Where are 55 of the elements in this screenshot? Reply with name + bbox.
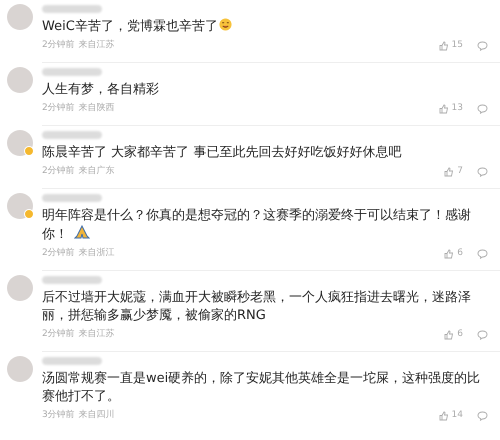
avatar[interactable]	[7, 4, 33, 30]
like-button[interactable]: 13	[438, 102, 463, 116]
comment-location: 来自四川	[78, 409, 115, 422]
comment-time: 2分钟前	[42, 102, 75, 116]
comment-location: 来自江苏	[78, 328, 115, 342]
blurred-username	[42, 5, 102, 13]
reply-button[interactable]	[477, 104, 488, 114]
comment-bubble-icon	[477, 104, 488, 114]
comment-time: 2分钟前	[42, 247, 75, 260]
comment-bubble-icon	[477, 411, 488, 421]
blurred-username	[42, 357, 102, 365]
thumbs-up-icon	[444, 249, 454, 259]
comment-time: 3分钟前	[42, 409, 75, 422]
comment-text: 陈晨辛苦了 大家都辛苦了 事已至此先回去好好吃饭好好休息吧	[42, 144, 402, 162]
avatar[interactable]	[7, 193, 33, 219]
thumbs-up-icon	[444, 167, 454, 177]
like-button[interactable]: 7	[444, 165, 463, 179]
comment-text: 汤圆常规赛一直是wei硬养的，除了安妮其他英雄全是一坨屎，这种强度的比赛他打不了。	[42, 370, 482, 406]
comment-location: 来自浙江	[78, 247, 115, 260]
like-button[interactable]: 6	[444, 247, 463, 261]
blurred-username	[42, 194, 102, 202]
thumbs-up-icon	[444, 330, 454, 340]
reply-button[interactable]	[477, 167, 488, 177]
comment-time: 2分钟前	[42, 39, 75, 52]
blurred-username	[42, 276, 102, 284]
comment-text: 明年阵容是什么？你真的是想夺冠的？这赛季的溺爱终于可以结束了！感谢你！	[42, 207, 472, 244]
reply-button[interactable]	[477, 411, 488, 421]
comment-bubble-icon	[477, 167, 488, 177]
reply-button[interactable]	[477, 249, 488, 259]
comment-time: 2分钟前	[42, 165, 75, 178]
comment-time: 2分钟前	[42, 328, 75, 342]
comment-text: WeiC辛苦了，党博霖也辛苦了	[42, 18, 490, 36]
like-button[interactable]: 15	[438, 39, 463, 53]
reply-button[interactable]	[477, 41, 488, 51]
avatar[interactable]	[7, 275, 33, 301]
avatar[interactable]	[7, 130, 33, 156]
like-button[interactable]: 14	[438, 409, 463, 423]
comment-bubble-icon	[477, 41, 488, 51]
comment-bubble-icon	[477, 330, 488, 340]
comment-text: 后不过墙开大妮蔻，满血开大被瞬秒老黑，一个人疯狂指进去曙光，迷路泽丽，拼惩输多赢少梦魇，被偷家的RNG	[42, 289, 472, 325]
comment-text: 人生有梦，各自精彩	[42, 81, 160, 99]
like-button[interactable]: 6	[444, 328, 463, 342]
thumbs-up-icon	[438, 41, 449, 51]
reply-button[interactable]	[477, 330, 488, 340]
comment-bubble-icon	[477, 249, 488, 259]
thumbs-up-icon	[438, 104, 449, 114]
comment-location: 来自广东	[78, 165, 115, 178]
avatar[interactable]	[7, 356, 33, 382]
smiling-face-icon	[218, 18, 232, 31]
blurred-username	[42, 131, 102, 139]
avatar[interactable]	[7, 67, 33, 93]
comment-location: 来自陕西	[78, 102, 115, 116]
comment-location: 来自江苏	[78, 39, 115, 52]
blurred-username	[42, 68, 102, 76]
thumbs-up-icon	[438, 411, 449, 421]
